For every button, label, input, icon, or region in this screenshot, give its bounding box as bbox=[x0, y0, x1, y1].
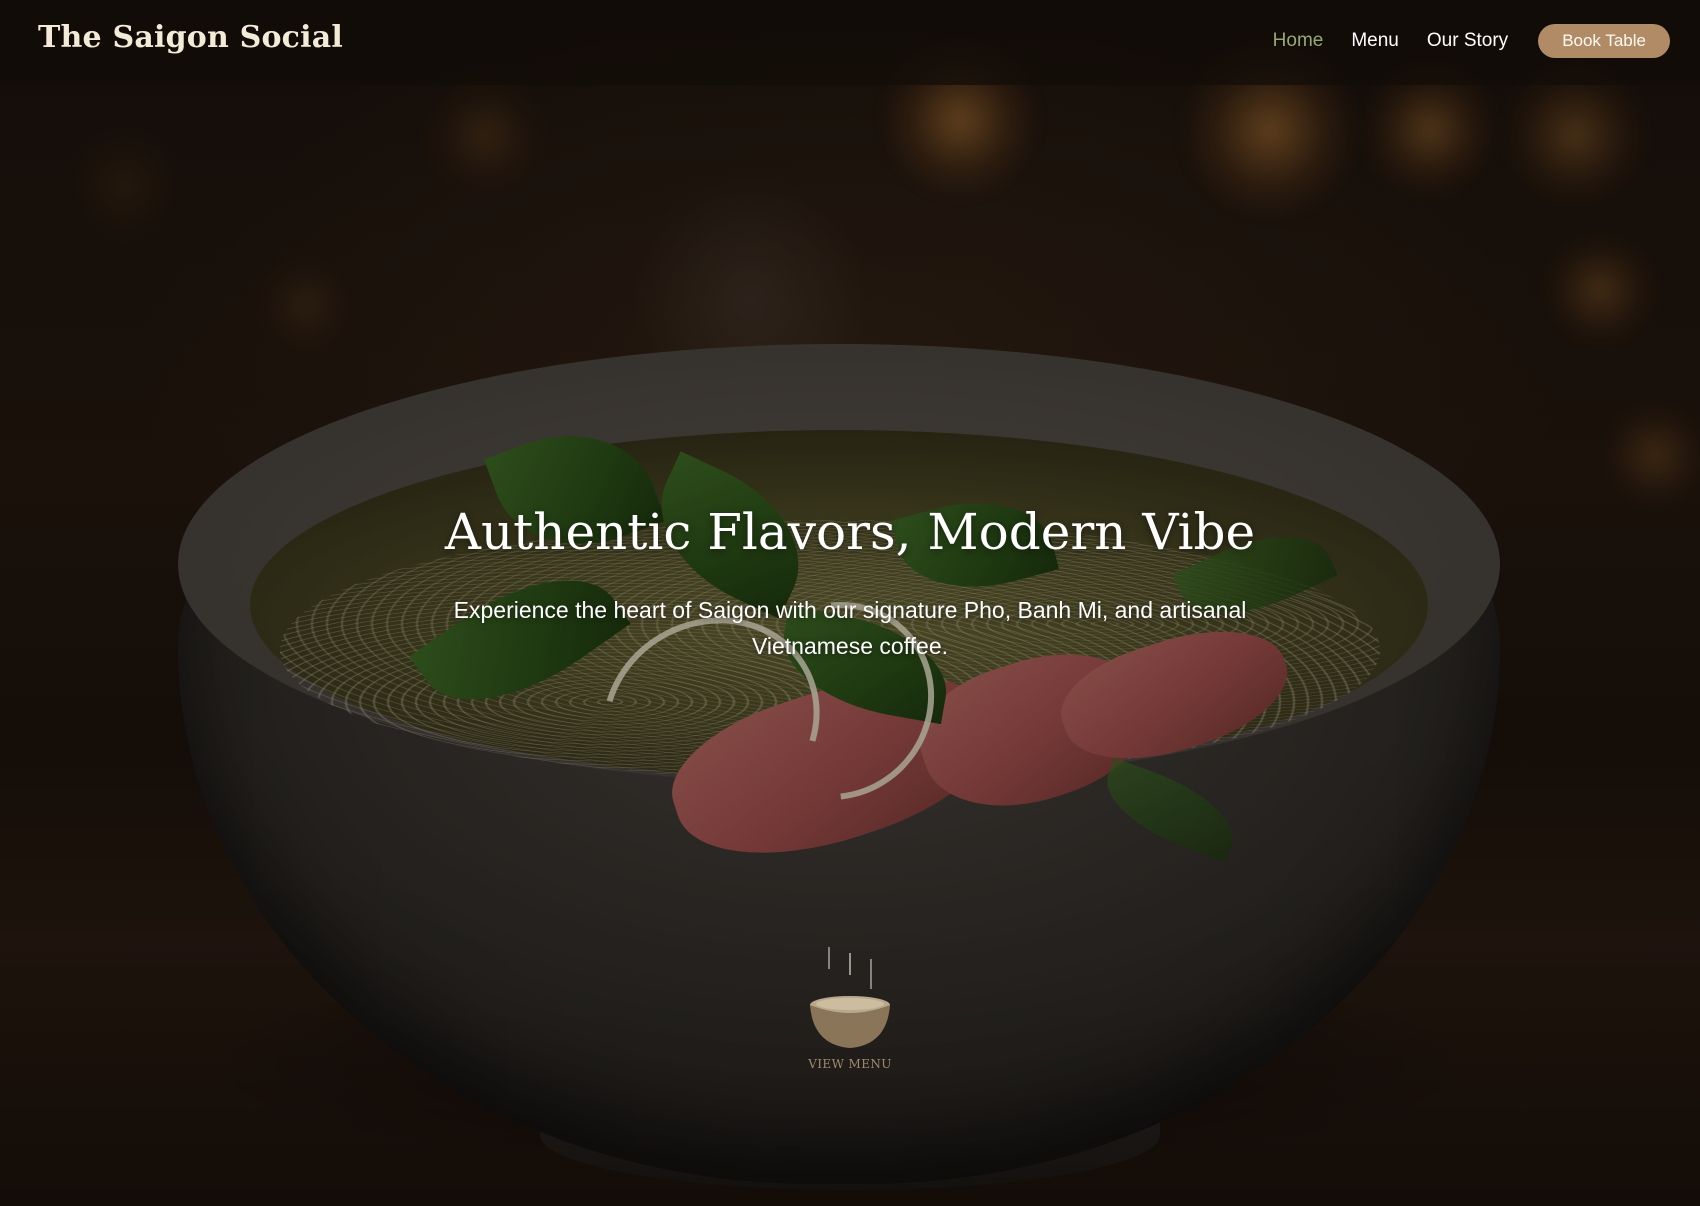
hero-title: Authentic Flavors, Modern Vibe bbox=[444, 503, 1256, 561]
view-menu-label: VIEW MENU bbox=[808, 1057, 892, 1071]
hero-subtitle: Experience the heart of Saigon with our … bbox=[453, 597, 1247, 659]
pho-bowl-icon bbox=[810, 996, 890, 1048]
hero-section: Authentic Flavors, Modern Vibe Experienc… bbox=[0, 0, 1700, 1206]
view-menu-link[interactable]: VIEW MENU bbox=[795, 945, 905, 1075]
steam-icon bbox=[828, 947, 872, 989]
